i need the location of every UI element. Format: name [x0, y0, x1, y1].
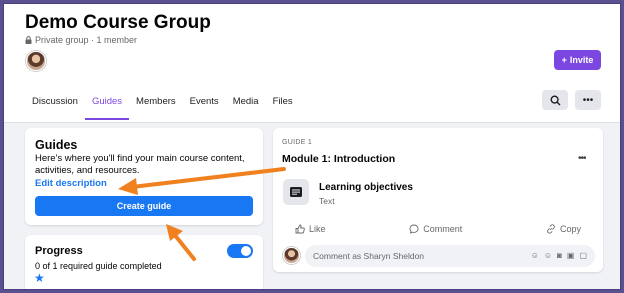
emoji-icon[interactable]: ☺	[544, 245, 552, 267]
comment-label: Comment	[423, 224, 463, 234]
item-title[interactable]: Learning objectives	[319, 182, 413, 193]
like-button[interactable]: Like	[295, 224, 326, 234]
tab-media[interactable]: Media	[226, 96, 266, 119]
comment-placeholder: Comment as Sharyn Sheldon	[313, 251, 425, 261]
comment-input[interactable]: Comment as Sharyn Sheldon ☺ ☺ ◙ ▣ ▢	[305, 245, 595, 267]
camera-icon[interactable]: ◙	[557, 245, 562, 267]
tab-guides[interactable]: Guides	[84, 96, 130, 120]
privacy-member-text: Private group · 1 member	[35, 35, 138, 45]
group-title: Demo Course Group	[25, 12, 211, 33]
thumbs-up-icon	[295, 224, 305, 234]
module-card: GUIDE 1 Module 1: Introduction ••• Learn…	[273, 128, 603, 272]
more-icon: •••	[582, 94, 594, 106]
comment-tools: ☺ ☺ ◙ ▣ ▢	[531, 245, 587, 267]
copy-label: Copy	[559, 224, 581, 234]
more-icon[interactable]: •••	[578, 153, 586, 164]
app-frame: Demo Course Group Private group · 1 memb…	[3, 3, 621, 290]
guide-number-label: GUIDE 1	[282, 139, 313, 146]
progress-card: Progress 0 of 1 required guide completed…	[25, 235, 263, 289]
search-button[interactable]	[542, 90, 568, 110]
avatar-sticker-icon[interactable]: ☺	[531, 245, 539, 267]
tab-events[interactable]: Events	[183, 96, 226, 119]
group-header: Demo Course Group Private group · 1 memb…	[4, 4, 620, 123]
like-label: Like	[309, 224, 326, 234]
group-subtitle: Private group · 1 member	[25, 35, 137, 45]
module-title[interactable]: Module 1: Introduction	[282, 153, 395, 165]
invite-label: Invite	[569, 55, 594, 65]
toggle-knob	[241, 246, 251, 256]
copy-button[interactable]: Copy	[546, 224, 581, 234]
link-icon	[547, 224, 555, 234]
progress-toggle[interactable]	[227, 244, 253, 258]
comment-button[interactable]: Comment	[409, 224, 462, 234]
plus-icon: +	[561, 55, 567, 65]
commenter-avatar	[283, 247, 300, 264]
comment-icon	[409, 224, 419, 234]
tab-discussion[interactable]: Discussion	[25, 96, 85, 119]
progress-text: 0 of 1 required guide completed	[35, 261, 162, 271]
guides-card: Guides Here's where you'll find your mai…	[25, 128, 263, 225]
guides-title: Guides	[35, 138, 78, 152]
invite-button[interactable]: + Invite	[554, 50, 601, 70]
search-icon	[549, 94, 560, 105]
gif-icon[interactable]: ▣	[567, 245, 575, 267]
member-avatar[interactable]	[26, 51, 46, 71]
star-icon: ★	[34, 271, 45, 285]
tab-files[interactable]: Files	[266, 96, 300, 119]
group-tabs: Discussion Guides Members Events Media F…	[25, 96, 300, 120]
guides-description: Here's where you'll find your main cours…	[35, 153, 245, 176]
edit-description-link[interactable]: Edit description	[35, 178, 107, 189]
lock-icon	[25, 36, 32, 44]
more-options-button[interactable]: •••	[575, 90, 601, 110]
document-icon	[283, 179, 309, 205]
tab-members[interactable]: Members	[129, 96, 183, 119]
item-type: Text	[319, 196, 335, 206]
sticker-icon[interactable]: ▢	[579, 245, 587, 267]
progress-title: Progress	[35, 245, 83, 257]
post-actions: Like Comment Copy	[281, 224, 595, 234]
comment-row: Comment as Sharyn Sheldon ☺ ☺ ◙ ▣ ▢	[283, 245, 595, 267]
create-guide-button[interactable]: Create guide	[35, 196, 253, 216]
